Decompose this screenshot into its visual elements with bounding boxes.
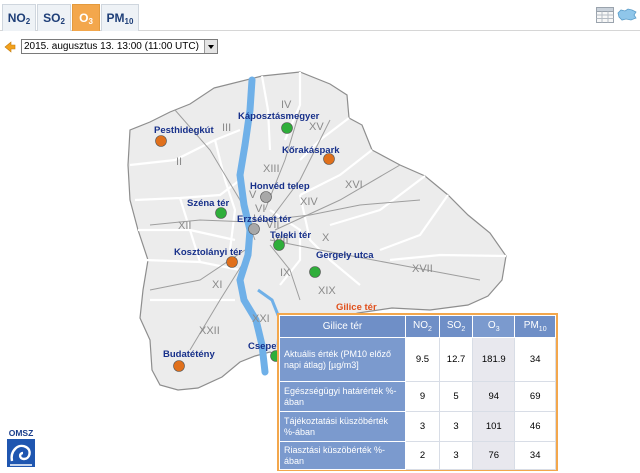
district-label-xxi: XXI (252, 313, 270, 325)
station-marker-honved-telep[interactable] (260, 191, 272, 203)
station-marker-szena-ter[interactable] (215, 207, 227, 219)
station-marker-erzsebet-ter[interactable] (248, 223, 260, 235)
column-header-pm10: PM10 (514, 315, 556, 338)
district-label-xvi: XVI (345, 179, 363, 191)
station-label-kaposztasmegyer: Káposztásmegyer (238, 111, 320, 122)
district-label-xiii: XIII (263, 163, 280, 175)
district-label-iii: III (222, 122, 231, 134)
row-label-alert-threshold: Riasztási küszöbérték %-ában (279, 441, 406, 470)
omsz-logo-text: OMSZ (9, 428, 34, 438)
table-cell: 3 (438, 411, 474, 442)
column-header-o3: O3 (472, 315, 516, 338)
district-label-x: X (322, 232, 330, 244)
station-marker-budateteny[interactable] (173, 360, 185, 372)
table-cell: 9 (405, 381, 440, 412)
station-label-kosztolanyi-ter: Kosztolányi tér (174, 247, 242, 258)
district-label-xvii: XVII (412, 263, 433, 275)
district-label-iv: IV (281, 99, 292, 111)
table-cell: 34 (514, 337, 556, 382)
table-cell: 101 (472, 411, 516, 442)
station-marker-teleki-ter[interactable] (273, 239, 285, 251)
column-header-so2: SO2 (438, 315, 474, 338)
table-row: Tájékoztatási küszöbérték %-ában 3 3 101… (279, 411, 556, 442)
station-data-table: Gilice tér NO2 SO2 O3 PM10 Aktuális érté… (279, 315, 556, 470)
station-label-pesthidegkut: Pesthidegkút (154, 125, 214, 136)
station-label-budateteny: Budatétény (163, 349, 215, 360)
station-label-szena-ter: Széna tér (187, 198, 230, 209)
omsz-logo: OMSZ (7, 428, 35, 467)
district-label-xxii: XXII (199, 325, 220, 337)
station-data-popup: Gilice tér NO2 SO2 O3 PM10 Aktuális érté… (277, 313, 558, 471)
station-label-teleki-ter: Teleki tér (270, 230, 311, 241)
table-cell: 46 (514, 411, 556, 442)
district-label-xix: XIX (318, 285, 336, 297)
table-cell: 34 (514, 441, 556, 470)
district-label-xii: XII (178, 220, 191, 232)
table-cell: 5 (438, 381, 474, 412)
district-label-ii: II (176, 156, 182, 168)
table-cell: 9.5 (405, 337, 440, 382)
station-label-csepel: Csepel (248, 341, 279, 352)
station-marker-kosztolanyi-ter[interactable] (226, 256, 238, 268)
station-label-gilice-ter: Gilice tér (336, 302, 377, 313)
row-label-current-value: Aktuális érték (PM10 előző napi átlag) [… (279, 337, 406, 382)
station-marker-gergely-utca[interactable] (309, 266, 321, 278)
table-row: Aktuális érték (PM10 előző napi átlag) [… (279, 337, 556, 382)
table-cell: 3 (405, 411, 440, 442)
station-label-gergely-utca: Gergely utca (316, 250, 374, 261)
station-label-korakaspark: Kőrakáspark (282, 145, 340, 156)
table-cell: 181.9 (472, 337, 516, 382)
table-cell: 76 (472, 441, 516, 470)
table-cell: 69 (514, 381, 556, 412)
table-cell: 2 (405, 441, 440, 470)
station-marker-pesthidegkut[interactable] (155, 135, 167, 147)
district-label-xv: XV (309, 121, 324, 133)
air-quality-map-page: { "tabs": [ {"base": "NO", "sub": "2"}, … (0, 0, 640, 473)
table-cell: 12.7 (438, 337, 474, 382)
table-row: Riasztási küszöbérték %-ában 2 3 76 34 (279, 441, 556, 470)
row-label-health-limit: Egészségügyi határérték %-ában (279, 381, 406, 412)
table-cell: 94 (472, 381, 516, 412)
district-label-ix: IX (280, 267, 291, 279)
row-label-information-threshold: Tájékoztatási küszöbérték %-ában (279, 411, 406, 442)
station-marker-kaposztasmegyer[interactable] (281, 122, 293, 134)
district-label-xiv: XIV (300, 196, 318, 208)
table-row: Egészségügyi határérték %-ában 9 5 94 69 (279, 381, 556, 412)
popup-station-name: Gilice tér (279, 315, 406, 338)
table-cell: 3 (438, 441, 474, 470)
column-header-no2: NO2 (405, 315, 440, 338)
district-label-xi: XI (212, 279, 222, 291)
station-label-honved-telep: Honvéd telep (250, 181, 310, 192)
station-label-erzsebet-ter: Erzsébet tér (237, 214, 292, 225)
